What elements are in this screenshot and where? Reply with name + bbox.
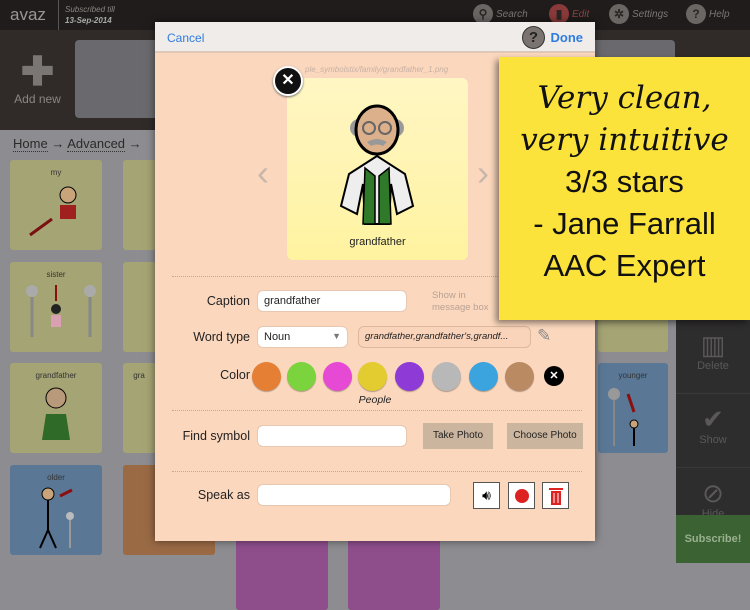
breadcrumb-home[interactable]: Home (13, 136, 48, 152)
trash-icon: ▥ (700, 330, 726, 360)
color-swatch-pink[interactable] (323, 362, 352, 391)
delete-label: Delete (697, 360, 729, 372)
review-author-title: AAC Expert (543, 248, 706, 283)
delete-recording-button[interactable] (542, 482, 569, 509)
show-in-message-box-toggle[interactable]: Show in message box (432, 290, 502, 314)
search-button[interactable]: ⚲ Search (473, 4, 528, 24)
find-symbol-input[interactable] (257, 425, 407, 447)
word-forms-field[interactable]: grandfather,grandfather's,grandf... (358, 326, 531, 348)
tile-label: gra (133, 371, 145, 380)
tile-label: my (50, 168, 62, 177)
color-swatch-brown[interactable] (505, 362, 534, 391)
review-quote-note: Very clean, very intuitive 3/3 stars - J… (499, 57, 750, 320)
gear-icon: ✲ (609, 4, 629, 24)
add-new-label: Add new (14, 92, 61, 106)
word-type-value: Noun (264, 331, 291, 343)
color-category-label: People (358, 394, 392, 406)
edit-label: Edit (572, 8, 590, 20)
edit-button[interactable]: ▮ Edit (549, 4, 589, 24)
pencil-icon[interactable]: ✎ (537, 326, 551, 346)
clear-color-icon[interactable]: ✕ (544, 366, 564, 386)
checkmark-icon: ✔ (702, 404, 724, 434)
tile-grandfather[interactable]: grandfather (10, 363, 102, 453)
younger-symbol-icon (608, 388, 639, 446)
show-label: Show (699, 434, 727, 446)
help-button[interactable]: ? Help (686, 4, 730, 24)
remove-image-button[interactable]: ✕ (273, 66, 303, 96)
delete-button[interactable]: ▥ Delete (676, 320, 750, 394)
color-label: Color (220, 368, 250, 382)
word-type-label: Word type (193, 330, 250, 344)
tile-sister[interactable]: sister (10, 262, 102, 352)
play-speaker-icon[interactable]: 🔊︎ (473, 482, 500, 509)
help-label: Help (709, 8, 730, 20)
speak-as-input[interactable] (257, 484, 451, 506)
color-swatch-orange[interactable] (252, 362, 281, 391)
review-line: very intuitive (520, 122, 729, 158)
choose-photo-button[interactable]: Choose Photo (507, 423, 583, 449)
record-button[interactable] (508, 482, 535, 509)
older-symbol-icon (39, 487, 74, 549)
word-type-select[interactable]: Noun ▼ (257, 326, 348, 348)
caption-label: Caption (206, 294, 250, 308)
subscribed-date: 13-Sep-2014 (65, 16, 112, 25)
no-entry-icon: ⊘ (702, 478, 724, 508)
dialog-header: Cancel ? Done (155, 22, 595, 53)
tile-my[interactable]: my (10, 160, 102, 250)
color-swatch-purple[interactable] (395, 362, 424, 391)
breadcrumb-separator: → (51, 136, 65, 151)
tile-label: sister (46, 270, 66, 279)
search-label: Search (496, 8, 528, 20)
grandfather-symbol-icon (42, 387, 70, 440)
app-logo: avaz (10, 5, 46, 24)
color-swatch-blue[interactable] (469, 362, 498, 391)
tile-label: older (47, 473, 65, 482)
done-button[interactable]: Done (551, 30, 584, 45)
previous-symbol-arrow[interactable]: ‹ (257, 152, 269, 194)
review-rating: 3/3 stars (565, 164, 684, 199)
settings-label: Settings (632, 8, 669, 20)
show-button[interactable]: ✔ Show (676, 394, 750, 468)
dropdown-arrow-icon: ▼ (332, 331, 341, 341)
tile-label: grandfather (35, 371, 77, 380)
take-photo-button[interactable]: Take Photo (423, 423, 493, 449)
sister-symbol-icon (26, 285, 96, 337)
subscription-info: Subscribed till 13-Sep-2014 (58, 0, 115, 30)
divider (172, 410, 582, 411)
search-icon: ⚲ (473, 4, 493, 24)
find-symbol-label: Find symbol (182, 429, 250, 443)
symbol-preview[interactable]: grandfather (287, 78, 468, 260)
breadcrumb: Home → Advanced → (13, 136, 142, 152)
tile-label: younger (618, 371, 648, 380)
speak-as-label: Speak as (197, 488, 250, 502)
trash-icon: ▮ (549, 4, 569, 24)
subscribed-label: Subscribed till (65, 5, 115, 14)
review-line: Very clean, (537, 80, 712, 116)
subscribe-button[interactable]: Subscribe! (676, 515, 750, 563)
color-swatch-yellow[interactable] (358, 362, 387, 391)
help-icon: ? (686, 4, 706, 24)
symbol-caption: grandfather (349, 236, 406, 248)
color-swatch-gray[interactable] (432, 362, 461, 391)
caption-input[interactable] (257, 290, 407, 312)
my-symbol-icon (29, 186, 77, 237)
grandfather-symbol-icon (339, 104, 415, 225)
add-new-button[interactable]: ✚ Add new (0, 30, 75, 130)
trash-icon (548, 487, 563, 505)
color-swatch-green[interactable] (287, 362, 316, 391)
breadcrumb-separator: → (128, 136, 142, 151)
divider (172, 471, 582, 472)
symbol-filename: ple_symbolstix/family/grandfather_1.png (305, 65, 449, 74)
settings-button[interactable]: ✲ Settings (609, 4, 668, 24)
help-icon[interactable]: ? (522, 26, 545, 49)
cancel-button[interactable]: Cancel (167, 31, 204, 45)
breadcrumb-advanced[interactable]: Advanced (67, 136, 126, 152)
plus-icon: ✚ (20, 50, 55, 94)
tile-younger[interactable]: younger (598, 363, 668, 453)
tile-older[interactable]: older (10, 465, 102, 555)
review-author: - Jane Farrall (533, 206, 716, 241)
next-symbol-arrow[interactable]: › (477, 152, 489, 194)
record-icon (514, 488, 529, 503)
